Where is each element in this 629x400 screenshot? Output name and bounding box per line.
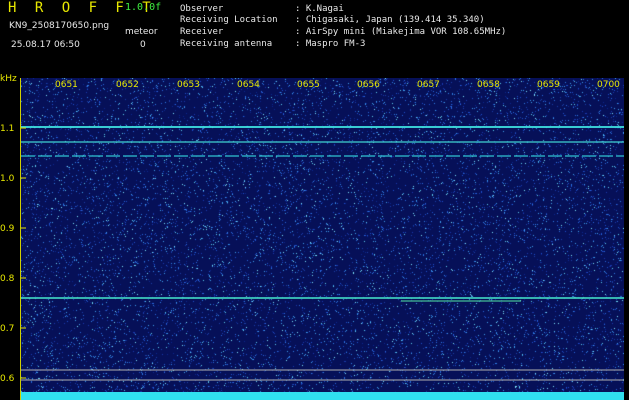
time-tick-0656: 0656 (357, 80, 380, 90)
time-tick-0653: 0653 (177, 80, 200, 90)
meteor-count-value: 0 (140, 40, 146, 50)
receiver-value: : AirSpy mini (Miakejima VOR 108.65MHz) (295, 27, 507, 37)
y-tick-0-9: 0.9 (0, 224, 15, 234)
y-tick-0-7: 0.7 (0, 324, 15, 334)
capture-datetime: 25.08.17 06:50 (11, 40, 80, 50)
y-tick-1-1: 1.1 (0, 124, 15, 134)
time-tick-0655: 0655 (297, 80, 320, 90)
y-tick-0-8: 0.8 (0, 274, 15, 284)
time-tick-0700: 0700 (597, 80, 620, 90)
meteor-count-label: meteor (125, 27, 158, 37)
time-tick-0658: 0658 (477, 80, 500, 90)
antenna-label: Receiving antenna (180, 39, 273, 49)
location-value: : Chigasaki, Japan (139.414 35.340) (295, 15, 485, 25)
app-version: 1.0.0f (125, 2, 162, 13)
spectrogram-overlay (21, 126, 624, 400)
image-filename: KN9_2508170650.png (9, 21, 110, 31)
noise-floor-band (21, 392, 624, 400)
y-tick-1-0: 1.0 (0, 174, 15, 184)
y-tick-0-6: 0.6 (0, 374, 15, 384)
time-tick-0651: 0651 (55, 80, 78, 90)
time-tick-0654: 0654 (237, 80, 260, 90)
receiver-label: Receiver (180, 27, 224, 37)
waterfall-spectrogram (20, 78, 624, 400)
antenna-value: : Maspro FM-3 (295, 39, 366, 49)
header-panel: H R O F F T 1.0.0f KN9_2508170650.png me… (0, 0, 629, 72)
location-label: Receiving Location (180, 15, 278, 25)
observer-label: Observer (180, 4, 224, 14)
y-axis-ticks (21, 127, 26, 379)
time-tick-0659: 0659 (537, 80, 560, 90)
observer-value: : K.Nagai (295, 4, 344, 14)
time-tick-0657: 0657 (417, 80, 440, 90)
time-tick-0652: 0652 (116, 80, 139, 90)
y-axis-unit: kHz (0, 74, 17, 84)
